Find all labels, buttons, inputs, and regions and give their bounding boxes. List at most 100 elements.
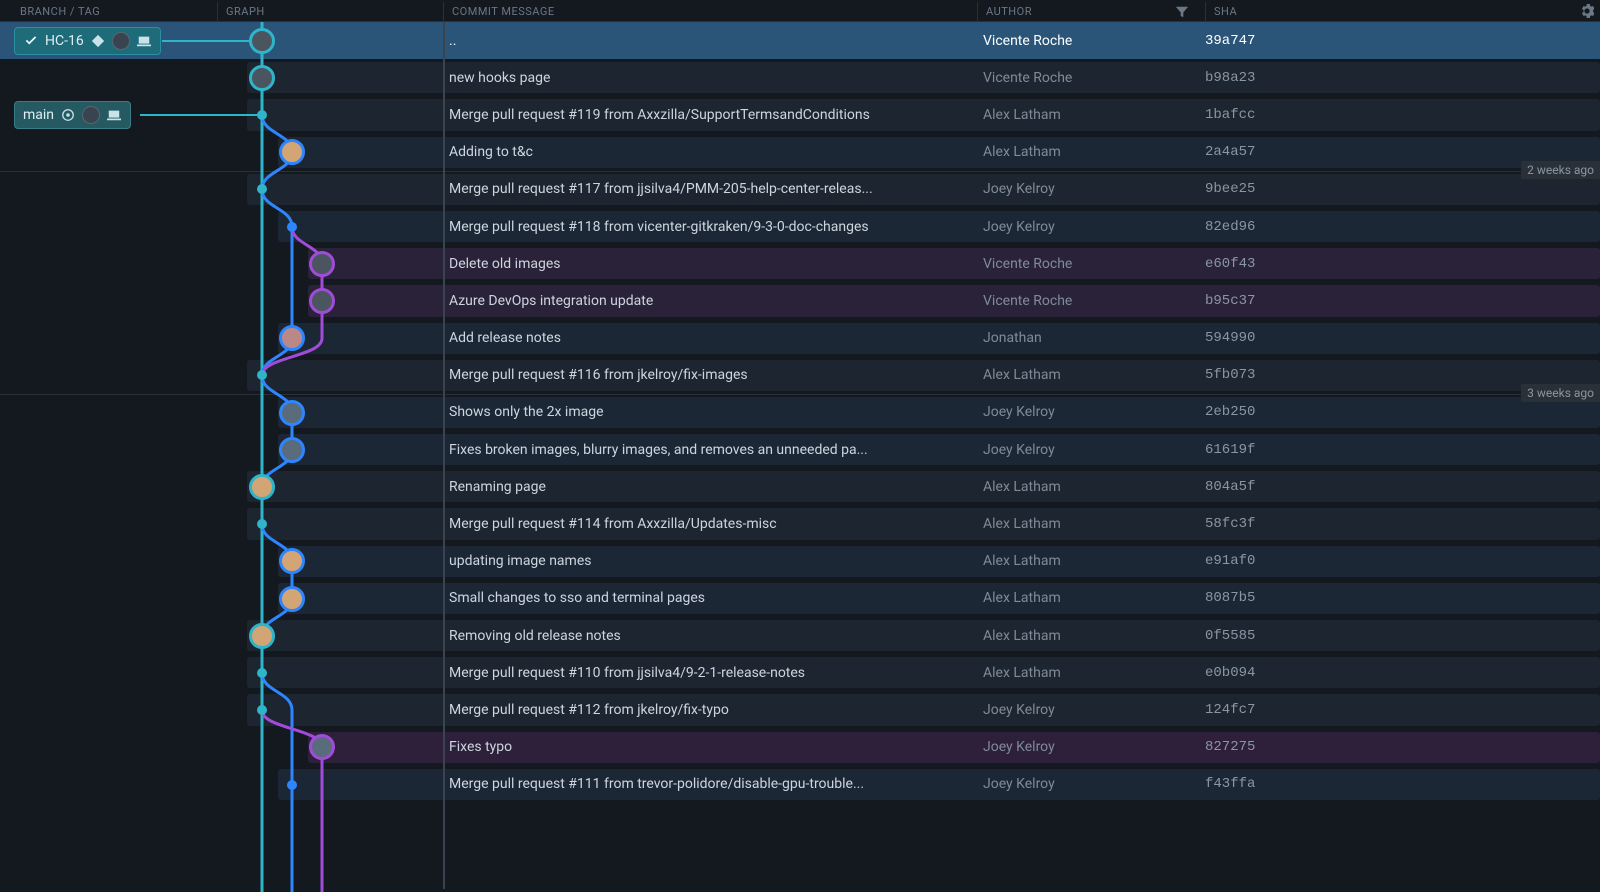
branch-badge-main[interactable]: main (14, 101, 131, 129)
commit-node-avatar[interactable] (279, 548, 305, 574)
sha-cell: 1bafcc (1205, 107, 1600, 123)
commit-message: Merge pull request #110 from jjsilva4/9-… (449, 665, 959, 681)
message-cell: Add release notes (443, 330, 977, 346)
header-graph-label: GRAPH (226, 5, 265, 18)
commit-row[interactable]: updating image names Alex Latham e91af0 (0, 543, 1600, 580)
commit-node-dot[interactable] (287, 222, 297, 232)
commit-node-dot[interactable] (257, 705, 267, 715)
commit-message: Small changes to sso and terminal pages (449, 590, 959, 606)
commit-node-avatar[interactable] (279, 437, 305, 463)
filter-icon[interactable] (1175, 5, 1189, 19)
commit-node-dot[interactable] (257, 184, 267, 194)
sha-cell: 5fb073 (1205, 367, 1600, 383)
commit-sha: e0b094 (1205, 665, 1255, 681)
header-message-label: COMMIT MESSAGE (452, 5, 555, 18)
sha-cell: b98a23 (1205, 70, 1600, 86)
branch-name: main (23, 107, 54, 123)
commit-sha: b98a23 (1205, 70, 1255, 86)
commit-author: Joey Kelroy (983, 739, 1055, 755)
commit-row[interactable]: Adding to t&c Alex Latham 2a4a57 (0, 134, 1600, 171)
message-cell: Merge pull request #117 from jjsilva4/PM… (443, 181, 977, 197)
commit-node-dot[interactable] (257, 370, 267, 380)
branch-badge-hc16[interactable]: HC-16 (14, 27, 161, 55)
time-divider (0, 171, 1600, 172)
commit-message: updating image names (449, 553, 959, 569)
author-cell: Alex Latham (977, 367, 1205, 383)
commit-row[interactable]: Merge pull request #114 from Axxzilla/Up… (0, 505, 1600, 542)
commit-row[interactable]: Delete old images Vicente Roche e60f43 (0, 245, 1600, 282)
message-cell: Fixes typo (443, 739, 977, 755)
commit-row[interactable]: Add release notes Jonathan 594990 (0, 320, 1600, 357)
header-message[interactable]: COMMIT MESSAGE (443, 2, 977, 21)
commit-node-avatar[interactable] (249, 623, 275, 649)
commit-row[interactable]: Merge pull request #110 from jjsilva4/9-… (0, 654, 1600, 691)
commit-node-dot[interactable] (287, 780, 297, 790)
commit-node-avatar[interactable] (309, 251, 335, 277)
commit-row[interactable]: Merge pull request #117 from jjsilva4/PM… (0, 171, 1600, 208)
laptop-icon (106, 107, 122, 123)
author-cell: Vicente Roche (977, 293, 1205, 309)
commit-node-dot[interactable] (257, 519, 267, 529)
author-cell: Joey Kelroy (977, 404, 1205, 420)
sha-cell: b95c37 (1205, 293, 1600, 309)
message-cell: Small changes to sso and terminal pages (443, 590, 977, 606)
header-sha[interactable]: SHA (1205, 2, 1600, 21)
header-author[interactable]: AUTHOR (977, 2, 1205, 21)
message-cell: Azure DevOps integration update (443, 293, 977, 309)
commit-row[interactable]: Merge pull request #116 from jkelroy/fix… (0, 357, 1600, 394)
commit-row[interactable]: Fixes broken images, blurry images, and … (0, 431, 1600, 468)
column-headers: BRANCH / TAG GRAPH COMMIT MESSAGE AUTHOR… (0, 0, 1600, 22)
commit-sha: 82ed96 (1205, 219, 1255, 235)
commit-node-avatar[interactable] (249, 28, 275, 54)
avatar-icon (112, 32, 130, 50)
commit-author: Joey Kelroy (983, 181, 1055, 197)
commit-sha: 5fb073 (1205, 367, 1255, 383)
sha-cell: e91af0 (1205, 553, 1600, 569)
commit-node-avatar[interactable] (249, 474, 275, 500)
commit-row[interactable]: Small changes to sso and terminal pages … (0, 580, 1600, 617)
commit-node-avatar[interactable] (279, 586, 305, 612)
commit-row[interactable]: Merge pull request #118 from vicenter-gi… (0, 208, 1600, 245)
commit-sha: e60f43 (1205, 256, 1255, 272)
commit-node-avatar[interactable] (279, 325, 305, 351)
commit-author: Alex Latham (983, 553, 1061, 569)
settings-button[interactable] (1580, 4, 1594, 21)
commit-row[interactable]: Merge pull request #111 from trevor-poli… (0, 766, 1600, 803)
sha-cell: 0f5585 (1205, 628, 1600, 644)
sha-cell: 2eb250 (1205, 404, 1600, 420)
commit-row[interactable]: Shows only the 2x image Joey Kelroy 2eb2… (0, 394, 1600, 431)
commit-node-avatar[interactable] (249, 65, 275, 91)
commit-message: .. (449, 33, 959, 49)
commit-author: Joey Kelroy (983, 219, 1055, 235)
commit-row[interactable]: Removing old release notes Alex Latham 0… (0, 617, 1600, 654)
commit-node-dot[interactable] (257, 110, 267, 120)
diamond-icon (90, 33, 106, 49)
header-graph[interactable]: GRAPH (217, 2, 443, 21)
commit-message: Adding to t&c (449, 144, 959, 160)
commit-row[interactable]: Azure DevOps integration update Vicente … (0, 282, 1600, 319)
commit-node-avatar[interactable] (309, 734, 335, 760)
commit-row[interactable]: Renaming page Alex Latham 804a5f (0, 468, 1600, 505)
commit-sha: 8087b5 (1205, 590, 1255, 606)
message-cell: Merge pull request #116 from jkelroy/fix… (443, 367, 977, 383)
commit-author: Vicente Roche (983, 33, 1072, 49)
commit-node-avatar[interactable] (309, 288, 335, 314)
commit-node-dot[interactable] (257, 668, 267, 678)
commit-node-avatar[interactable] (279, 139, 305, 165)
header-branch[interactable]: BRANCH / TAG (0, 5, 217, 18)
commit-sha: 2a4a57 (1205, 144, 1255, 160)
message-cell: Merge pull request #110 from jjsilva4/9-… (443, 665, 977, 681)
commit-row[interactable]: Fixes typo Joey Kelroy 827275 (0, 729, 1600, 766)
commit-message: Merge pull request #118 from vicenter-gi… (449, 219, 959, 235)
commit-sha: 2eb250 (1205, 404, 1255, 420)
commit-node-avatar[interactable] (279, 400, 305, 426)
branch-name: HC-16 (45, 33, 84, 49)
message-cell: Merge pull request #118 from vicenter-gi… (443, 219, 977, 235)
commit-author: Joey Kelroy (983, 702, 1055, 718)
time-divider (0, 394, 1600, 395)
commit-row[interactable]: new hooks page Vicente Roche b98a23 (0, 59, 1600, 96)
sha-cell: e60f43 (1205, 256, 1600, 272)
check-icon (23, 33, 39, 49)
message-cell: Fixes broken images, blurry images, and … (443, 442, 977, 458)
commit-row[interactable]: Merge pull request #112 from jkelroy/fix… (0, 691, 1600, 728)
